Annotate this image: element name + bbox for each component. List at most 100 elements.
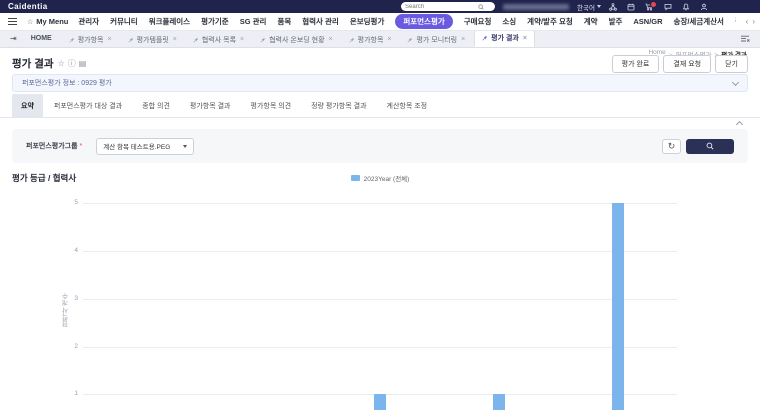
complete-evaluation-button[interactable]: 평가 완료 (612, 55, 660, 73)
menu-item[interactable]: 온보딩평가 (350, 16, 385, 27)
info-icon[interactable]: ⓘ (68, 60, 76, 68)
tab[interactable]: 평가항목× (62, 32, 119, 47)
y-axis-tick-label: 2 (56, 343, 78, 350)
tab-home[interactable]: HOME (23, 35, 60, 42)
refresh-button[interactable]: ↻ (662, 139, 681, 154)
menu-item[interactable]: 커뮤니티 (110, 16, 138, 27)
global-search[interactable] (401, 2, 495, 11)
pin-icon (407, 37, 413, 43)
sitemap-icon[interactable] (609, 3, 617, 11)
subtab-active[interactable]: 요약 (12, 94, 43, 117)
menu-item[interactable]: 소싱 (502, 16, 516, 27)
refresh-icon: ↻ (668, 141, 676, 151)
menu-item[interactable]: 발주 (609, 16, 623, 27)
close-button[interactable]: 닫기 (715, 55, 748, 73)
chart-legend[interactable]: 2023Year (전체) (83, 173, 677, 183)
required-asterisk: * (80, 143, 83, 150)
tab-close-icon[interactable]: × (107, 36, 111, 43)
subtab[interactable]: 종합 의견 (133, 94, 179, 117)
tab-label: 협력사 온보딩 현황 (269, 35, 324, 45)
tab-close-icon[interactable]: × (240, 36, 244, 43)
menu-item[interactable]: SG 관리 (240, 16, 267, 27)
filter-actions: ↻ (662, 139, 734, 154)
page-title-icons: ☆ⓘ▤ (58, 60, 87, 68)
search-icon (478, 4, 484, 10)
tab-close-icon[interactable]: × (173, 36, 177, 43)
tab[interactable]: 협력사 온보딩 현황 × (253, 32, 340, 47)
chart-bar[interactable] (493, 394, 505, 410)
filter-label: 퍼포먼스평가그룹 (26, 141, 78, 151)
menu-item[interactable]: 결재 (735, 16, 736, 27)
user-icon[interactable] (700, 3, 708, 11)
cart-icon[interactable] (645, 3, 654, 11)
chart-gridline (83, 203, 677, 204)
tabs-container: 평가항목×평가템플릿×협력사 목록×협력사 온보딩 현황×평가항목×평가 모니터… (62, 29, 535, 47)
select-value: 계산 항목 테스트용.PEG (103, 141, 170, 151)
tab-close-icon[interactable]: × (329, 36, 333, 43)
tab[interactable]: 평가항목× (342, 32, 399, 47)
memo-icon[interactable]: ▤ (79, 60, 87, 68)
calendar-icon[interactable] (627, 3, 635, 11)
collapse-tabs-icon[interactable]: ⇥ (10, 34, 17, 43)
document-tabbar: ⇥ HOME 평가항목×평가템플릿×협력사 목록×협력사 온보딩 현황×평가항목… (0, 30, 760, 48)
tab[interactable]: 평가 모니터링 × (400, 32, 472, 47)
menu-item[interactable]: ASN/GR (633, 17, 662, 26)
search-button[interactable] (686, 139, 734, 154)
language-selector[interactable]: 한국어 (577, 2, 601, 12)
menu-item[interactable]: 관리자 (78, 16, 99, 27)
menu-item[interactable]: 송장/세금계산서 (674, 16, 724, 27)
star-icon: ☆ (27, 18, 33, 26)
tab-close-icon[interactable]: × (387, 36, 391, 43)
subtab[interactable]: 평가항목 결과 (181, 94, 240, 117)
tab-label: 평가템플릿 (137, 35, 169, 45)
tab[interactable]: 협력사 목록× (186, 32, 251, 47)
subtab[interactable]: 계산항목 조정 (378, 94, 437, 117)
bell-icon[interactable] (682, 3, 690, 11)
tab-close-icon[interactable]: × (523, 35, 527, 42)
pin-icon (482, 35, 488, 41)
menu-item-active[interactable]: 퍼포먼스평가 (395, 14, 452, 29)
menu-item[interactable]: 품목 (277, 16, 291, 27)
my-menu[interactable]: ☆ My Menu (27, 17, 68, 26)
menu-item[interactable]: 구매요청 (464, 16, 492, 27)
redacted-user-info (503, 4, 569, 10)
tab-label: 평가 모니터링 (416, 35, 457, 45)
cart-badge (650, 1, 657, 8)
hamburger-menu-icon[interactable] (8, 18, 17, 25)
request-approval-button[interactable]: 결재 요청 (663, 55, 711, 73)
tab-label: 평가항목 (78, 35, 104, 45)
menu-item[interactable]: 계약/발주 요청 (527, 16, 573, 27)
filter-panel: 퍼포먼스평가그룹 * 계산 항목 테스트용.PEG ↻ (12, 129, 748, 163)
chart-bar[interactable] (374, 394, 386, 410)
collapse-filter-chevron-icon[interactable] (736, 121, 743, 128)
menu-item[interactable]: 협력사 관리 (302, 16, 339, 27)
menu-item[interactable]: 계약 (584, 16, 598, 27)
subtab[interactable]: 정량 평가항목 결과 (302, 94, 375, 117)
evaluation-info-bar[interactable]: 퍼포먼스평가 정보 : 0929 평가 (12, 74, 748, 92)
chart-y-axis-label: 협력사 개수 (62, 293, 72, 327)
favorite-star-icon[interactable]: ☆ (58, 60, 65, 68)
menu-prev-icon[interactable]: ‹ (746, 17, 749, 26)
menu-item[interactable]: 워크플레이스 (149, 16, 190, 27)
y-axis-tick-label: 5 (56, 199, 78, 206)
chevron-down-icon[interactable] (732, 78, 739, 85)
language-label: 한국어 (577, 2, 595, 12)
chart-gridline (83, 299, 677, 300)
chart-bar[interactable] (612, 203, 624, 410)
subtab[interactable]: 평가항목 의견 (242, 94, 301, 117)
tab-active[interactable]: 평가 결과× (474, 29, 535, 47)
main-menubar: ☆ My Menu 관리자 커뮤니티 워크플레이스 평가기준 SG 관리 품목 협력사 관리… (0, 13, 760, 31)
pin-icon (69, 37, 75, 43)
evaluation-group-select[interactable]: 계산 항목 테스트용.PEG (96, 138, 194, 155)
close-all-tabs-icon[interactable] (740, 35, 754, 43)
tab[interactable]: 평가템플릿 × (121, 32, 184, 47)
global-search-input[interactable] (405, 3, 475, 11)
subtab[interactable]: 퍼포먼스평가 대상 결과 (45, 94, 131, 117)
tab-close-icon[interactable]: × (461, 36, 465, 43)
header-action-buttons: 평가 완료결재 요청닫기 (612, 55, 748, 73)
chat-icon[interactable] (664, 3, 672, 11)
pin-icon (349, 37, 355, 43)
menu-next-icon[interactable]: › (752, 17, 755, 26)
my-menu-label: My Menu (36, 17, 68, 26)
menu-item[interactable]: 평가기준 (201, 16, 229, 27)
